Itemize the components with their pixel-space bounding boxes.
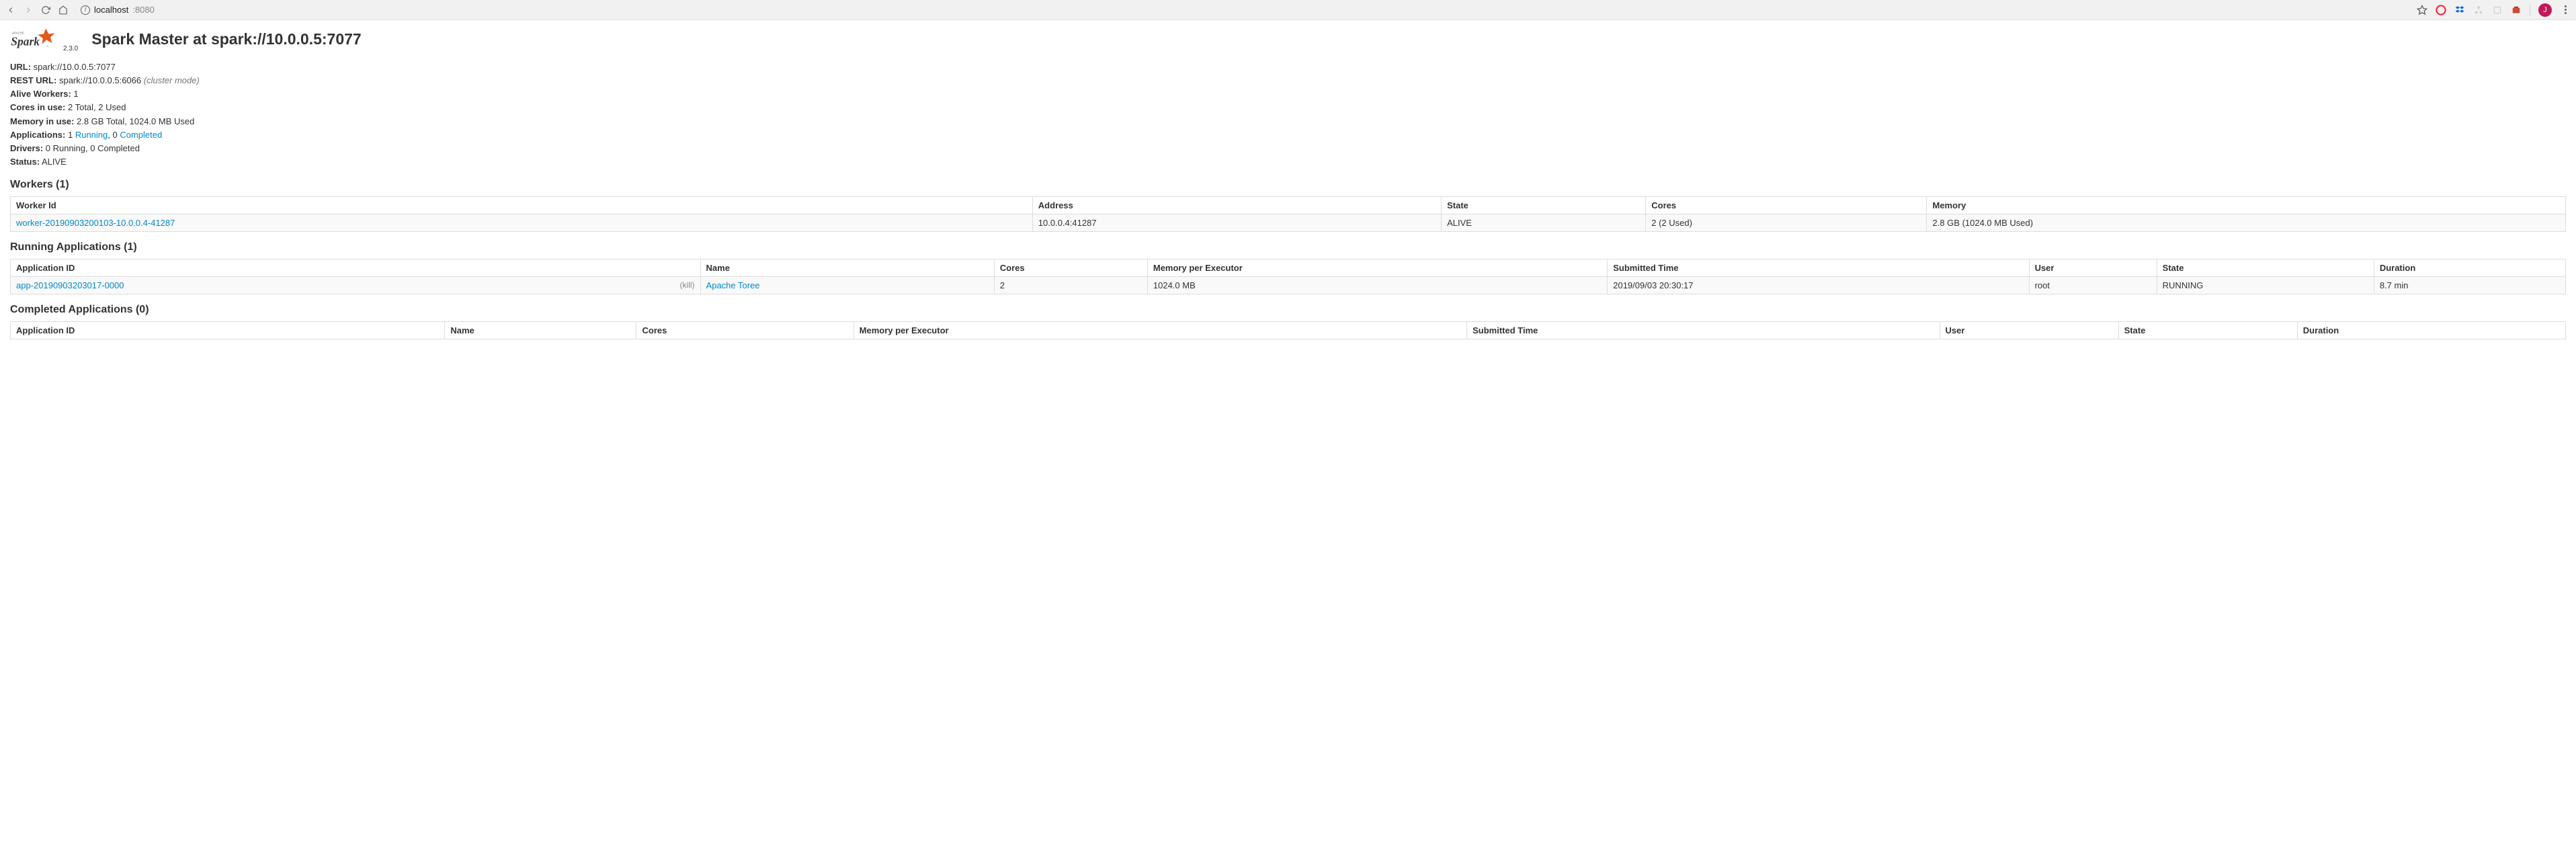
worker-memory: 2.8 GB (1024.0 MB Used) xyxy=(1927,214,2566,232)
kill-link[interactable]: (kill) xyxy=(680,280,695,290)
meta-url: URL: spark://10.0.0.5:7077 xyxy=(10,60,2566,74)
running-apps-table: Application ID Name Cores Memory per Exe… xyxy=(10,259,2566,294)
worker-address: 10.0.0.4:41287 xyxy=(1032,214,1441,232)
col-state: State xyxy=(2157,259,2374,277)
browser-toolbar: i localhost :8080 J xyxy=(0,0,2576,20)
dropbox-icon[interactable] xyxy=(2454,5,2465,15)
completed-apps-table: Application ID Name Cores Memory per Exe… xyxy=(10,321,2566,339)
extension-icon-1[interactable] xyxy=(2473,5,2484,15)
col-name: Name xyxy=(700,259,994,277)
col-user: User xyxy=(2029,259,2157,277)
svg-text:™: ™ xyxy=(46,46,49,48)
star-icon[interactable] xyxy=(2417,5,2427,15)
col-user: User xyxy=(1940,322,2118,339)
col-app-id: Application ID xyxy=(11,322,445,339)
col-name: Name xyxy=(445,322,636,339)
app-submitted: 2019/09/03 20:30:17 xyxy=(1608,277,2029,294)
col-submitted: Submitted Time xyxy=(1608,259,2029,277)
meta-memory: Memory in use: 2.8 GB Total, 1024.0 MB U… xyxy=(10,115,2566,128)
forward-button[interactable] xyxy=(23,5,34,15)
meta-applications: Applications: 1 Running, 0 Completed xyxy=(10,128,2566,142)
running-app-row: app-20190903203017-0000 (kill) Apache Tor… xyxy=(11,277,2566,294)
col-cores: Cores xyxy=(1646,197,1927,214)
col-duration: Duration xyxy=(2297,322,2565,339)
page-content: APACHE Spark ™ 2.3.0 Spark Master at spa… xyxy=(0,20,2576,361)
meta-rest-url: REST URL: spark://10.0.0.5:6066 (cluster… xyxy=(10,74,2566,87)
app-name-link[interactable]: Apache Toree xyxy=(706,280,760,290)
meta-alive-workers: Alive Workers: 1 xyxy=(10,87,2566,101)
spark-logo-block: APACHE Spark ™ 2.3.0 xyxy=(10,26,78,52)
spark-logo: APACHE Spark ™ xyxy=(10,26,60,52)
home-button[interactable] xyxy=(58,5,69,15)
workers-heading: Workers (1) xyxy=(10,179,2566,191)
site-info-icon[interactable]: i xyxy=(81,5,90,15)
col-mem: Memory per Executor xyxy=(1147,259,1607,277)
app-duration: 8.7 min xyxy=(2374,277,2565,294)
col-memory: Memory xyxy=(1927,197,2566,214)
page-header: APACHE Spark ™ 2.3.0 Spark Master at spa… xyxy=(10,26,2566,52)
app-cores: 2 xyxy=(994,277,1147,294)
col-state: State xyxy=(2118,322,2297,339)
completed-apps-link[interactable]: Completed xyxy=(120,130,162,140)
menu-button[interactable] xyxy=(2560,5,2571,15)
meta-drivers: Drivers: 0 Running, 0 Completed xyxy=(10,142,2566,155)
workers-table: Worker Id Address State Cores Memory wor… xyxy=(10,196,2566,232)
back-button[interactable] xyxy=(5,5,16,15)
svg-text:Spark: Spark xyxy=(11,34,40,48)
worker-cores: 2 (2 Used) xyxy=(1646,214,1927,232)
reload-button[interactable] xyxy=(40,5,51,15)
master-meta-list: URL: spark://10.0.0.5:7077 REST URL: spa… xyxy=(10,60,2566,169)
col-state: State xyxy=(1442,197,1646,214)
meta-cores: Cores in use: 2 Total, 2 Used xyxy=(10,101,2566,114)
col-mem: Memory per Executor xyxy=(854,322,1466,339)
worker-row: worker-20190903200103-10.0.0.4-41287 10.… xyxy=(11,214,2566,232)
col-app-id: Application ID xyxy=(11,259,701,277)
col-address: Address xyxy=(1032,197,1441,214)
worker-id-link[interactable]: worker-20190903200103-10.0.0.4-41287 xyxy=(16,218,175,228)
opera-icon[interactable] xyxy=(2436,5,2446,15)
completed-apps-heading: Completed Applications (0) xyxy=(10,304,2566,316)
profile-avatar[interactable]: J xyxy=(2538,3,2552,17)
spark-version: 2.3.0 xyxy=(63,45,78,52)
svg-text:APACHE: APACHE xyxy=(12,32,24,35)
toolbar-right: J xyxy=(2417,3,2571,17)
app-state: RUNNING xyxy=(2157,277,2374,294)
url-port: :8080 xyxy=(132,5,155,15)
col-cores: Cores xyxy=(994,259,1147,277)
col-duration: Duration xyxy=(2374,259,2565,277)
app-mem: 1024.0 MB xyxy=(1147,277,1607,294)
address-bar[interactable]: i localhost :8080 xyxy=(81,5,155,15)
avatar-letter: J xyxy=(2543,6,2547,14)
col-cores: Cores xyxy=(636,322,854,339)
col-submitted: Submitted Time xyxy=(1467,322,1940,339)
page-title: Spark Master at spark://10.0.0.5:7077 xyxy=(91,30,361,48)
worker-state: ALIVE xyxy=(1442,214,1646,232)
app-user: root xyxy=(2029,277,2157,294)
meta-status: Status: ALIVE xyxy=(10,155,2566,169)
col-worker-id: Worker Id xyxy=(11,197,1033,214)
url-host: localhost xyxy=(94,5,128,15)
extension-icon-2[interactable] xyxy=(2492,5,2503,15)
extension-icon-3[interactable] xyxy=(2511,5,2522,15)
running-apps-link[interactable]: Running xyxy=(75,130,108,140)
running-apps-heading: Running Applications (1) xyxy=(10,241,2566,253)
app-id-link[interactable]: app-20190903203017-0000 xyxy=(16,280,124,290)
